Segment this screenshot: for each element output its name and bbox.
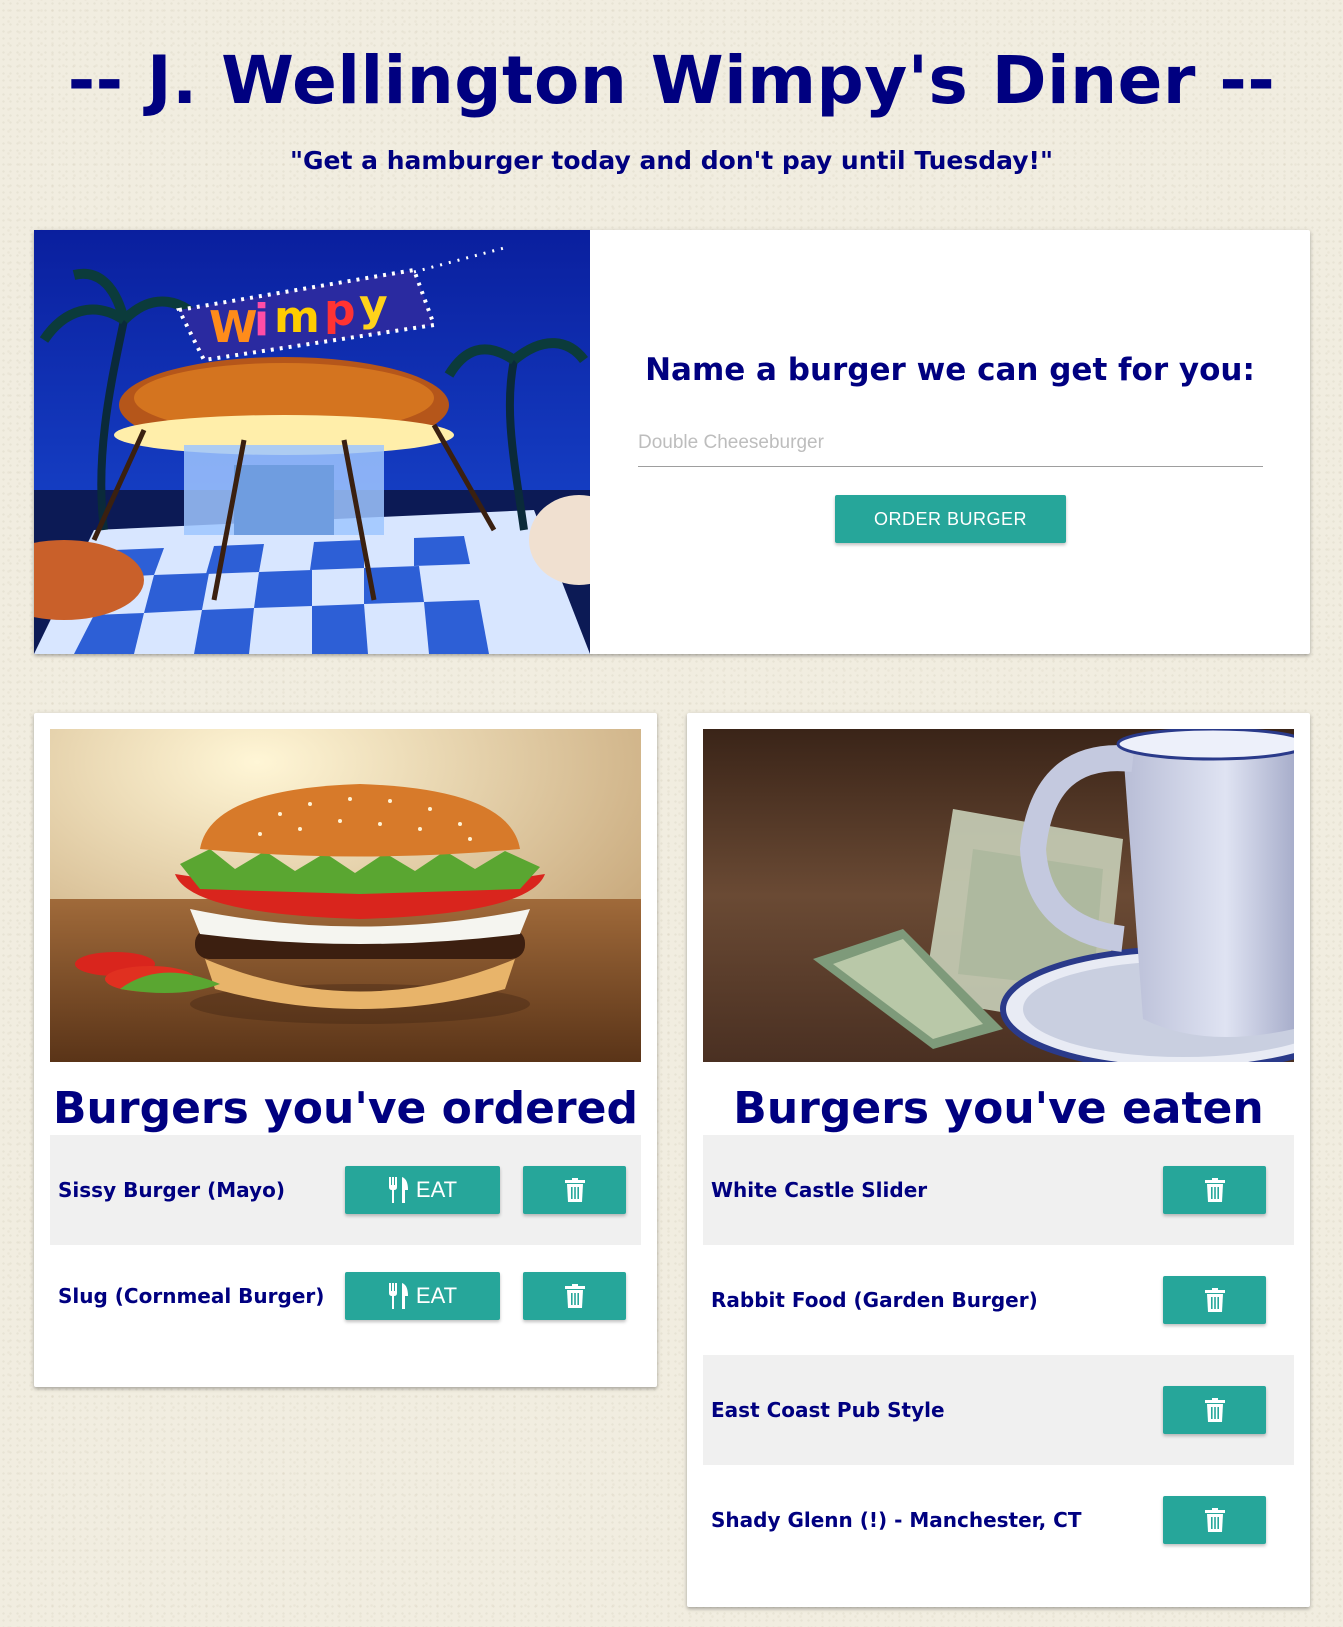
hamburger-image [50, 729, 641, 1062]
svg-text:p: p [324, 285, 356, 336]
eat-button[interactable]: EAT [345, 1166, 500, 1214]
burger-name: White Castle Slider [711, 1178, 928, 1202]
svg-text:m: m [274, 292, 320, 343]
delete-button[interactable] [1163, 1386, 1266, 1434]
trash-icon [1204, 1288, 1225, 1312]
burger-name: Shady Glenn (!) - Manchester, CT [711, 1508, 1082, 1532]
eat-button-label: EAT [415, 1283, 458, 1308]
utensils-icon [388, 1283, 408, 1309]
eaten-burgers-card: Burgers you've eaten White Castle Slider… [687, 713, 1310, 1607]
eaten-row: Shady Glenn (!) - Manchester, CT [703, 1465, 1294, 1575]
burger-name-input[interactable] [638, 420, 1263, 467]
burger-name: East Coast Pub Style [711, 1398, 945, 1422]
ordered-row: Sissy Burger (Mayo) EAT [50, 1135, 641, 1245]
delete-button[interactable] [523, 1272, 626, 1320]
order-burger-button[interactable]: ORDER BURGER [835, 495, 1066, 543]
coffee-tip-image [703, 729, 1294, 1062]
order-heading: Name a burger we can get for you: [645, 352, 1255, 388]
diner-image: W i m p y [34, 230, 590, 654]
eaten-row: Rabbit Food (Garden Burger) [703, 1245, 1294, 1355]
burger-name: Rabbit Food (Garden Burger) [711, 1288, 1038, 1312]
ordered-burgers-card: Burgers you've ordered Sissy Burger (May… [34, 713, 657, 1387]
ordered-row: Slug (Cornmeal Burger) EAT [50, 1241, 641, 1351]
ordered-title: Burgers you've ordered [53, 1083, 638, 1134]
trash-icon [564, 1178, 585, 1202]
tagline: "Get a hamburger today and don't pay unt… [290, 146, 1053, 175]
delete-button[interactable] [1163, 1496, 1266, 1544]
delete-button[interactable] [1163, 1276, 1266, 1324]
trash-icon [1204, 1178, 1225, 1202]
order-card: W i m p y Name a burger we can get for y… [34, 230, 1310, 654]
eaten-title: Burgers you've eaten [733, 1083, 1264, 1134]
svg-text:i: i [254, 295, 269, 346]
eat-button-label: EAT [415, 1177, 458, 1202]
eaten-row: East Coast Pub Style [703, 1355, 1294, 1465]
order-form: Name a burger we can get for you: ORDER … [590, 230, 1310, 654]
trash-icon [1204, 1508, 1225, 1532]
site-title: -- J. Wellington Wimpy's Diner -- [67, 42, 1276, 119]
svg-text:y: y [359, 280, 388, 331]
trash-icon [564, 1284, 585, 1308]
eaten-row: White Castle Slider [703, 1135, 1294, 1245]
delete-button[interactable] [523, 1166, 626, 1214]
utensils-icon [388, 1177, 408, 1203]
burger-name: Sissy Burger (Mayo) [58, 1178, 285, 1202]
eat-button[interactable]: EAT [345, 1272, 500, 1320]
svg-text:W: W [209, 302, 258, 353]
burger-name: Slug (Cornmeal Burger) [58, 1284, 325, 1308]
delete-button[interactable] [1163, 1166, 1266, 1214]
trash-icon [1204, 1398, 1225, 1422]
